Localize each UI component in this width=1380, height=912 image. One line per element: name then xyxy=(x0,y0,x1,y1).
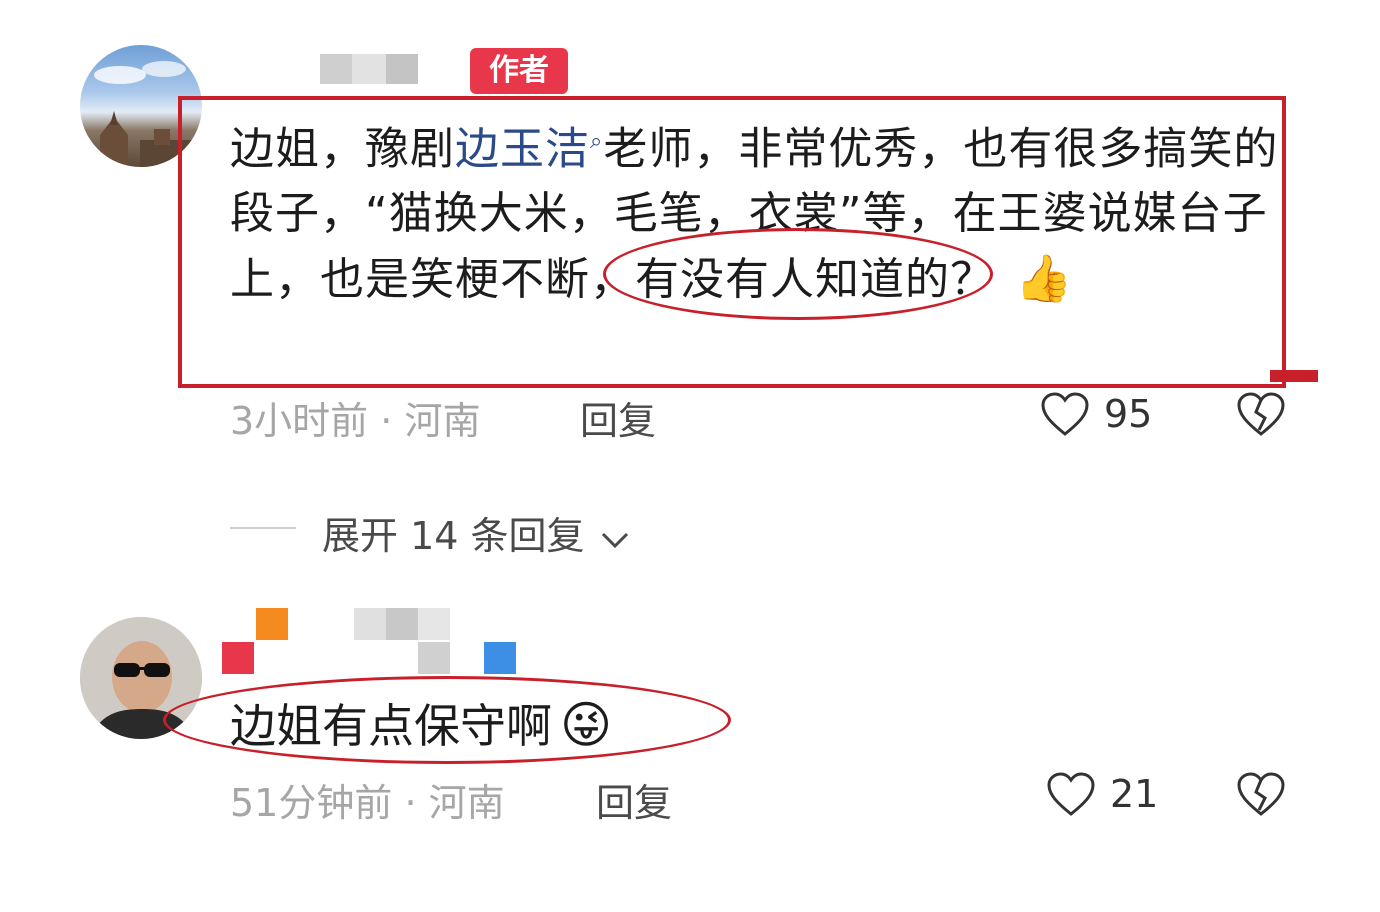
comment-meta: 51分钟前 · 河南 xyxy=(230,772,505,827)
like-button[interactable] xyxy=(1040,392,1090,442)
broken-heart-icon xyxy=(1237,392,1285,436)
highlight-ellipse xyxy=(163,676,731,764)
author-badge: 作者 xyxy=(470,48,568,94)
like-button[interactable] xyxy=(1046,772,1096,822)
dislike-button[interactable] xyxy=(1236,392,1286,442)
comment-time: 51分钟前 xyxy=(230,781,393,825)
comment-time: 3小时前 xyxy=(230,399,369,443)
highlight-box-marker xyxy=(1270,370,1318,382)
comment-location: 河南 xyxy=(428,781,505,825)
separator: · xyxy=(404,781,417,825)
separator: · xyxy=(380,399,393,443)
comment-location: 河南 xyxy=(404,399,481,443)
reply-button[interactable]: 回复 xyxy=(580,390,656,445)
heart-icon xyxy=(1041,392,1089,436)
reply-button[interactable]: 回复 xyxy=(596,772,672,827)
chevron-down-icon xyxy=(601,532,628,548)
expand-replies-label: 展开 14 条回复 xyxy=(322,514,585,558)
expand-replies-button[interactable]: 展开 14 条回复 xyxy=(322,505,633,560)
like-count: 21 xyxy=(1110,772,1159,816)
broken-heart-icon xyxy=(1237,772,1285,816)
dislike-button[interactable] xyxy=(1236,772,1286,822)
comment-meta: 3小时前 · 河南 xyxy=(230,390,480,445)
heart-icon xyxy=(1047,772,1095,816)
highlight-ellipse xyxy=(603,228,993,320)
divider xyxy=(230,527,296,529)
like-count: 95 xyxy=(1104,392,1153,436)
